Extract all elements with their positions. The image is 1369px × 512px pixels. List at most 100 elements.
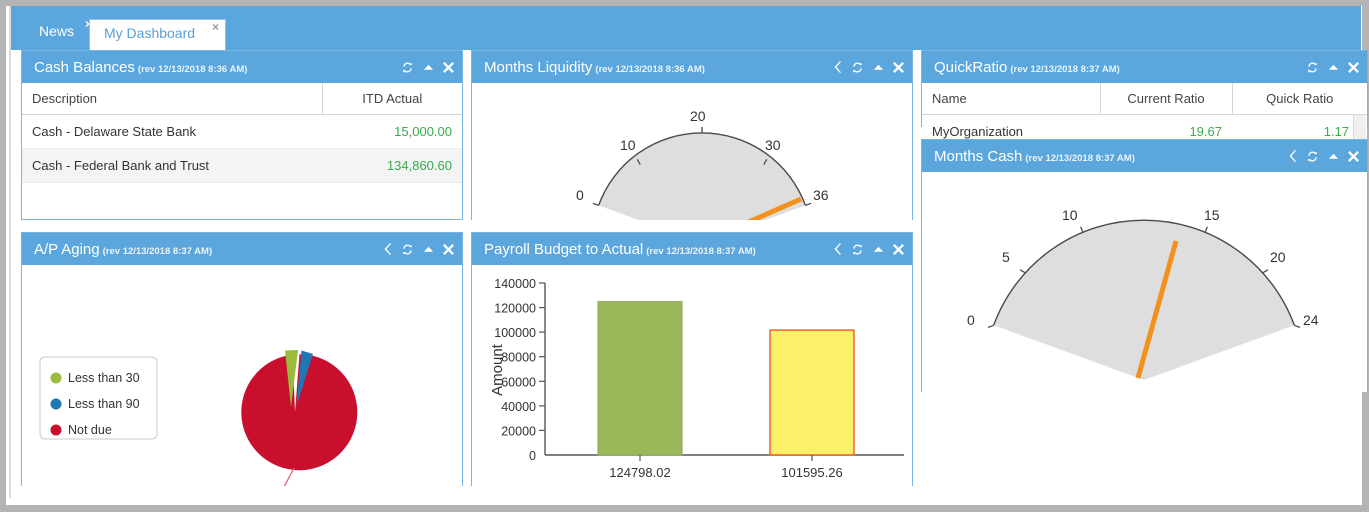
prev-icon[interactable] — [1289, 150, 1297, 162]
gauge-tick-label-0: 0 — [576, 187, 584, 203]
widget-months-cash: Months Cash (rev 12/13/2018 8:37 AM) 0 5… — [921, 139, 1368, 392]
ap-aging-pie-chart: Less than 30 Less than 90 Not due Not du… — [39, 350, 358, 486]
widget-months-cash-actions — [1289, 150, 1359, 163]
widget-payroll-budget-actions — [834, 243, 904, 256]
bar-actual[interactable] — [769, 329, 855, 456]
close-icon[interactable] — [893, 243, 904, 255]
close-icon[interactable] — [893, 61, 904, 73]
bar-budget[interactable] — [597, 301, 683, 456]
payroll-budget-bar-chart: 140000 120000 100000 80000 60000 40000 2… — [489, 277, 904, 480]
x-tick-label-actual: 101595.26 — [781, 465, 842, 480]
widget-ap-aging-header: A/P Aging (rev 12/13/2018 8:37 AM) — [22, 233, 462, 265]
table-header-row: Description ITD Actual — [22, 83, 462, 115]
legend-label-less-than-90: Less than 90 — [68, 397, 140, 411]
close-icon[interactable] — [443, 61, 454, 73]
collapse-icon[interactable] — [423, 63, 434, 71]
x-tick-label-budget: 124798.02 — [609, 465, 670, 480]
bar-y-axis-label: Amount — [489, 343, 506, 396]
widget-cash-balances-header: Cash Balances (rev 12/13/2018 8:36 AM) — [22, 51, 462, 83]
y-tick-label-0: 0 — [529, 449, 536, 463]
widget-months-liquidity-body: 0 10 20 30 36 — [472, 83, 912, 220]
cell-itd-actual: 15,000.00 — [322, 114, 462, 149]
y-tick-label-60000: 60000 — [501, 375, 536, 389]
collapse-icon[interactable] — [873, 63, 884, 71]
y-tick-label-120000: 120000 — [494, 302, 536, 316]
dashboard-column-1: Cash Balances (rev 12/13/2018 8:36 AM) D… — [21, 50, 463, 498]
close-icon[interactable] — [1348, 61, 1359, 73]
tab-my-dashboard[interactable]: My Dashboard × — [89, 19, 227, 50]
cell-description: Cash - Delaware State Bank — [22, 114, 322, 149]
legend-label-not-due: Not due — [68, 423, 112, 437]
cell-itd-actual: 134,860.60 — [322, 148, 462, 183]
refresh-icon[interactable] — [401, 243, 414, 256]
widget-months-cash-title: Months Cash — [934, 147, 1023, 165]
widget-cash-balances-title: Cash Balances — [34, 58, 135, 76]
bar-x-ticks — [639, 455, 813, 461]
widget-cash-balances: Cash Balances (rev 12/13/2018 8:36 AM) D… — [21, 50, 463, 220]
legend-label-less-than-30: Less than 30 — [68, 371, 140, 385]
widget-quick-ratio-actions — [1306, 61, 1359, 74]
y-tick-label-80000: 80000 — [501, 351, 536, 365]
widget-ap-aging-body: Less than 30 Less than 90 Not due Not du… — [22, 265, 462, 486]
widget-quick-ratio-header: QuickRatio (rev 12/13/2018 8:37 AM) — [922, 51, 1367, 83]
prev-icon[interactable] — [834, 61, 842, 73]
dashboard-column-2: Months Liquidity (rev 12/13/2018 8:36 AM… — [471, 50, 913, 498]
widget-months-cash-rev: (rev 12/13/2018 8:37 AM) — [1025, 152, 1135, 164]
gauge-tick-label-30: 30 — [765, 137, 781, 153]
table-empty-space — [22, 183, 462, 213]
collapse-icon[interactable] — [873, 245, 884, 253]
refresh-icon[interactable] — [851, 243, 864, 256]
app-frame: News × My Dashboard × Cash Balances (rev… — [9, 6, 1368, 498]
legend-swatch-less-than-30 — [50, 372, 62, 384]
collapse-icon[interactable] — [1328, 63, 1339, 71]
table-row[interactable]: Cash - Federal Bank and Trust 134,860.60 — [22, 148, 462, 183]
widget-months-liquidity-actions — [834, 61, 904, 74]
table-row[interactable]: Cash - Delaware State Bank 15,000.00 — [22, 114, 462, 149]
refresh-icon[interactable] — [401, 61, 414, 74]
dashboard-grid: Cash Balances (rev 12/13/2018 8:36 AM) D… — [11, 50, 1368, 498]
widget-payroll-budget-body: 140000 120000 100000 80000 60000 40000 2… — [472, 265, 912, 486]
widget-ap-aging-title: A/P Aging — [34, 240, 100, 258]
months-liquidity-gauge: 0 10 20 30 36 — [576, 108, 829, 220]
collapse-icon[interactable] — [1328, 152, 1339, 160]
prev-icon[interactable] — [834, 243, 842, 255]
column-header-name[interactable]: Name — [922, 83, 1100, 115]
refresh-icon[interactable] — [851, 61, 864, 74]
widget-quick-ratio-title: QuickRatio — [934, 58, 1008, 76]
widget-months-cash-body: 0 5 10 15 20 24 — [922, 172, 1367, 392]
widget-quick-ratio-rev: (rev 12/13/2018 8:37 AM) — [1010, 63, 1120, 75]
widget-payroll-budget-title: Payroll Budget to Actual — [484, 240, 644, 258]
column-header-itd-actual[interactable]: ITD Actual — [321, 83, 462, 115]
pie-leader-line — [283, 467, 295, 486]
table-header-row: Name Current Ratio Quick Ratio — [922, 83, 1367, 115]
gauge-tick-label-15: 15 — [1204, 207, 1220, 223]
refresh-icon[interactable] — [1306, 150, 1319, 163]
gauge-tick-label-10: 10 — [1062, 207, 1078, 223]
column-header-quick-ratio[interactable]: Quick Ratio — [1231, 83, 1367, 115]
widget-ap-aging-actions — [384, 243, 454, 256]
column-header-current-ratio[interactable]: Current Ratio — [1099, 83, 1232, 115]
bar-y-ticks — [539, 282, 545, 431]
widget-months-liquidity-title: Months Liquidity — [484, 58, 593, 76]
pie-slice-not-due[interactable] — [241, 354, 358, 471]
close-icon[interactable] — [443, 243, 454, 255]
tab-bar: News × My Dashboard × — [11, 6, 1361, 50]
widget-months-liquidity-header: Months Liquidity (rev 12/13/2018 8:36 AM… — [472, 51, 912, 83]
collapse-icon[interactable] — [423, 245, 434, 253]
legend-swatch-not-due — [50, 424, 62, 436]
refresh-icon[interactable] — [1306, 61, 1319, 74]
prev-icon[interactable] — [384, 243, 392, 255]
close-icon[interactable] — [1348, 150, 1359, 162]
widget-payroll-budget-rev: (rev 12/13/2018 8:37 AM) — [646, 245, 756, 257]
tab-my-dashboard-close-icon[interactable]: × — [212, 21, 219, 33]
months-cash-gauge: 0 5 10 15 20 24 — [967, 207, 1319, 380]
legend-swatch-less-than-90 — [50, 398, 62, 410]
gauge-tick-label-10: 10 — [620, 137, 636, 153]
widget-months-liquidity: Months Liquidity (rev 12/13/2018 8:36 AM… — [471, 50, 913, 220]
gauge-tick-label-36: 36 — [813, 187, 829, 203]
widget-quick-ratio: QuickRatio (rev 12/13/2018 8:37 AM) Name… — [921, 50, 1368, 170]
widget-ap-aging-rev: (rev 12/13/2018 8:37 AM) — [102, 245, 213, 257]
column-header-description[interactable]: Description — [22, 83, 322, 115]
widget-cash-balances-rev: (rev 12/13/2018 8:36 AM) — [137, 63, 248, 75]
gauge-tick-label-0: 0 — [967, 312, 975, 328]
